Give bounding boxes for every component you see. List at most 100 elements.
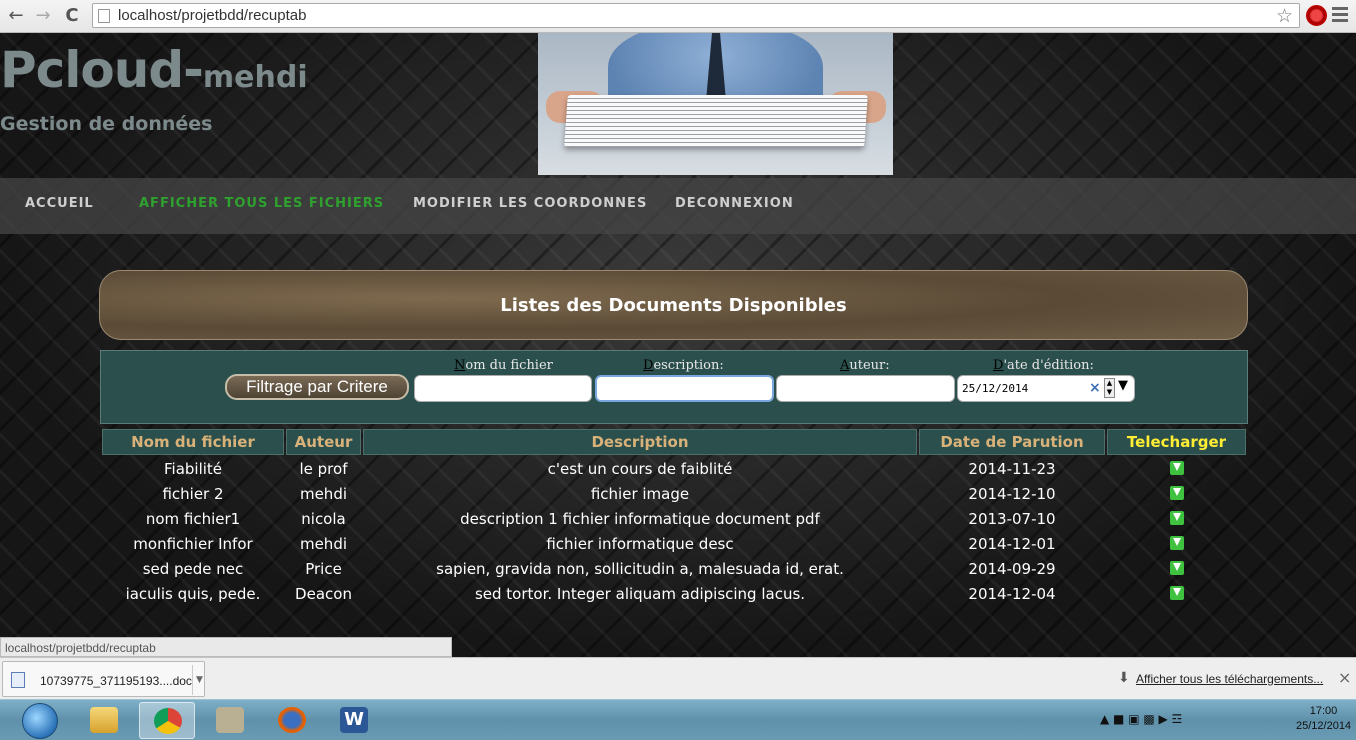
header-description[interactable]: Description [363, 429, 917, 455]
cell-auteur: nicola [301, 509, 346, 528]
cell-telecharger [1107, 482, 1246, 505]
cell-auteur: Price [305, 559, 342, 578]
table-row: monfichier Infor mehdi fichier informati… [102, 532, 1246, 555]
download-icon[interactable] [1169, 535, 1184, 550]
word-taskbar-button[interactable]: W [326, 702, 382, 739]
cell-description: sapien, gravida non, sollicitudin a, mal… [436, 559, 844, 578]
scanner-taskbar-button[interactable] [202, 702, 258, 739]
cell-description: sed tortor. Integer aliquam adipiscing l… [474, 584, 806, 603]
cell-nom: iaculis quis, pede. [125, 584, 261, 603]
web-page: Pcloud-mehdi Gestion de données ACCUEIL … [0, 33, 1356, 657]
chevron-down-icon[interactable]: ▼ [192, 665, 206, 695]
header-telecharger[interactable]: Telecharger [1107, 429, 1246, 455]
address-url[interactable]: localhost/projetbdd/recuptab [118, 7, 306, 24]
page-title: Listes des Documents Disponibles [99, 270, 1248, 340]
windows-taskbar: W ▲ ■ ▣ ▩ ▶ ☲ 17:00 25/12/2014 [0, 699, 1356, 740]
reload-icon[interactable]: C [61, 5, 83, 27]
filter-panel: Nom du fichier Description: Auteur: D'at… [100, 350, 1248, 424]
show-all-downloads-link[interactable]: Afficher tous les téléchargements... [1136, 672, 1323, 686]
chrome-taskbar-button[interactable] [139, 702, 195, 739]
cell-date: 2014-09-29 [968, 559, 1056, 578]
site-logo: Pcloud-mehdi [0, 41, 308, 99]
status-bar: localhost/projetbdd/recuptab [0, 637, 452, 657]
cell-telecharger [1107, 532, 1246, 555]
table-row: Fiabilité le prof c'est un cours de faib… [102, 457, 1246, 480]
header-image [538, 33, 893, 175]
firefox-taskbar-button[interactable] [264, 702, 320, 739]
back-icon[interactable]: ← [5, 5, 27, 27]
label-description: Description: [643, 358, 724, 373]
clock-time: 17:00 [1309, 705, 1338, 717]
table-row: nom fichier1 nicola description 1 fichie… [102, 507, 1246, 530]
cell-date: 2014-12-01 [968, 534, 1056, 553]
label-auteur: Auteur: [840, 358, 890, 373]
brand-sub: mehdi [202, 60, 308, 95]
cell-nom: monfichier Infor [133, 534, 253, 553]
extension-icon[interactable] [1306, 5, 1327, 26]
explorer-taskbar-button[interactable] [76, 702, 132, 739]
label-date: D'ate d'édition: [993, 358, 1094, 373]
cell-description: description 1 fichier informatique docum… [460, 509, 820, 528]
address-bar[interactable]: localhost/projetbdd/recuptab ☆ [92, 3, 1300, 28]
cell-auteur: le prof [299, 459, 348, 478]
cell-telecharger [1107, 507, 1246, 530]
cell-description: c'est un cours de faiblité [547, 459, 733, 478]
nom-input[interactable] [414, 375, 592, 402]
filter-button[interactable]: Filtrage par Critere [225, 374, 409, 400]
cell-date: 2014-12-10 [968, 484, 1056, 503]
browser-toolbar: ← → C localhost/projetbdd/recuptab ☆ [0, 0, 1356, 33]
cell-telecharger [1107, 582, 1246, 605]
documents-table: Nom du fichier Auteur Description Date d… [100, 427, 1248, 607]
browser-menu-icon[interactable] [1332, 7, 1348, 25]
page-icon [98, 9, 110, 23]
cell-telecharger [1107, 457, 1246, 480]
download-icon[interactable] [1169, 585, 1184, 600]
cell-telecharger [1107, 557, 1246, 580]
label-nom: Nom du fichier [454, 358, 553, 373]
document-icon [11, 672, 25, 688]
header-nom[interactable]: Nom du fichier [102, 429, 284, 455]
cell-date: 2014-11-23 [968, 459, 1056, 478]
header-date[interactable]: Date de Parution [919, 429, 1105, 455]
cell-description: fichier informatique desc [546, 534, 734, 553]
table-row: fichier 2 mehdi fichier image 2014-12-10 [102, 482, 1246, 505]
download-filename[interactable]: 10739775_371195193....doc [40, 674, 192, 688]
nav-modifier-coordonnes[interactable]: MODIFIER LES COORDONNES [413, 196, 647, 211]
cell-nom: fichier 2 [162, 484, 224, 503]
system-tray[interactable]: ▲ ■ ▣ ▩ ▶ ☲ [1100, 712, 1182, 726]
cell-auteur: mehdi [299, 534, 348, 553]
date-spinner[interactable]: ▲ ▼ [1104, 378, 1115, 398]
nav-afficher-fichiers[interactable]: AFFICHER TOUS LES FICHIERS [139, 196, 384, 211]
forward-icon[interactable]: → [32, 5, 54, 27]
cell-description: fichier image [590, 484, 690, 503]
brand-main: Pcloud- [0, 41, 204, 99]
table-row: sed pede nec Price sapien, gravida non, … [102, 557, 1246, 580]
cell-nom: nom fichier1 [145, 509, 241, 528]
clock-date: 25/12/2014 [1296, 720, 1352, 732]
cell-nom: sed pede nec [142, 559, 244, 578]
start-button[interactable] [22, 703, 58, 739]
nav-accueil[interactable]: ACCUEIL [25, 196, 94, 211]
cell-auteur: Deacon [295, 584, 352, 603]
nav-deconnexion[interactable]: DECONNEXION [675, 196, 794, 211]
download-icon[interactable] [1169, 510, 1184, 525]
cell-date: 2014-12-04 [968, 584, 1056, 603]
cell-date: 2013-07-10 [968, 509, 1056, 528]
close-icon[interactable]: × [1338, 668, 1351, 687]
download-arrow-icon: ⬇ [1118, 670, 1130, 686]
download-icon[interactable] [1169, 460, 1184, 475]
header-auteur[interactable]: Auteur [286, 429, 361, 455]
description-input[interactable] [595, 375, 774, 402]
taskbar-clock[interactable]: 17:00 25/12/2014 [1296, 704, 1351, 734]
clear-date-icon[interactable]: × [1089, 380, 1101, 396]
cell-nom: Fiabilité [163, 459, 223, 478]
download-icon[interactable] [1169, 560, 1184, 575]
bookmark-star-icon[interactable]: ☆ [1276, 5, 1293, 27]
download-shelf: 10739775_371195193....doc ▼ ⬇ Afficher t… [0, 657, 1356, 699]
date-dropdown-icon[interactable]: ▼ [1118, 378, 1128, 393]
download-icon[interactable] [1169, 485, 1184, 500]
main-nav: ACCUEIL AFFICHER TOUS LES FICHIERS MODIF… [0, 178, 1356, 234]
auteur-input[interactable] [776, 375, 955, 402]
site-tagline: Gestion de données [0, 113, 213, 135]
download-item[interactable]: 10739775_371195193....doc ▼ [2, 661, 205, 697]
